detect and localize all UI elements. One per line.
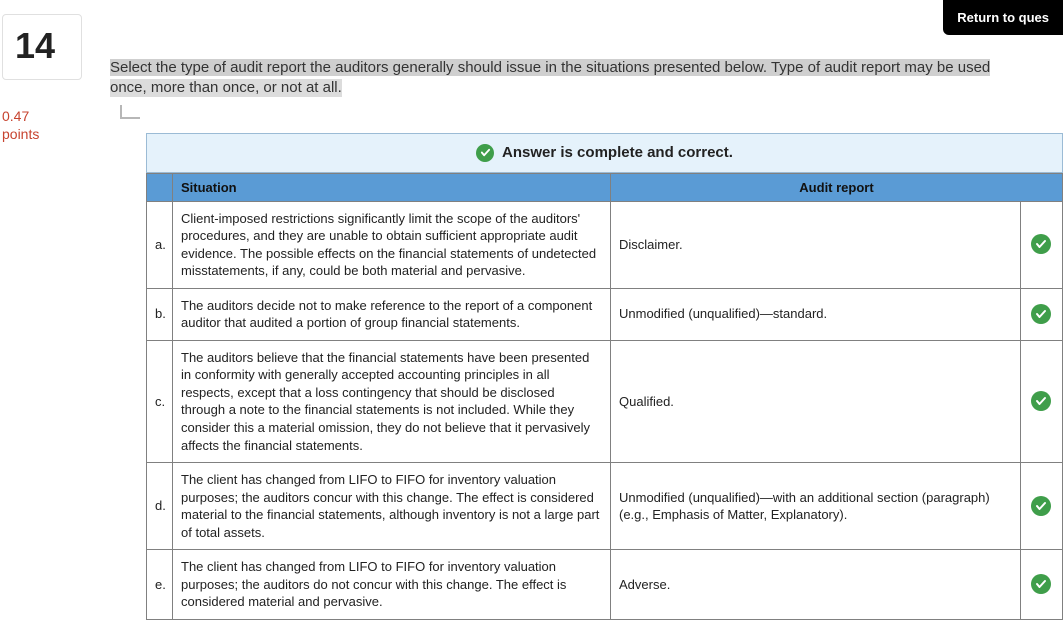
row-key: a. — [147, 201, 173, 288]
row-key: b. — [147, 288, 173, 340]
table-header-report: Audit report — [611, 173, 1063, 201]
answer-status-banner: Answer is complete and correct. — [146, 133, 1063, 173]
return-to-question-button[interactable]: Return to ques — [943, 0, 1063, 35]
check-circle-icon — [476, 144, 494, 162]
table-row: e.The client has changed from LIFO to FI… — [147, 550, 1063, 620]
row-key: e. — [147, 550, 173, 620]
row-key: c. — [147, 340, 173, 462]
table-row: b.The auditors decide not to make refere… — [147, 288, 1063, 340]
prompt-caret-decoration — [120, 105, 140, 119]
row-report: Unmodified (unqualified)—with an additio… — [611, 463, 1021, 550]
row-correct-indicator — [1020, 463, 1062, 550]
check-circle-icon — [1031, 496, 1051, 516]
question-prompt: Select the type of audit report the audi… — [110, 14, 1063, 103]
row-situation: Client-imposed restrictions significantl… — [173, 201, 611, 288]
check-circle-icon — [1031, 304, 1051, 324]
table-row: c.The auditors believe that the financia… — [147, 340, 1063, 462]
table-header-situation: Situation — [173, 173, 611, 201]
check-circle-icon — [1031, 234, 1051, 254]
row-correct-indicator — [1020, 340, 1062, 462]
row-situation: The client has changed from LIFO to FIFO… — [173, 463, 611, 550]
row-correct-indicator — [1020, 201, 1062, 288]
check-circle-icon — [1031, 574, 1051, 594]
row-key: d. — [147, 463, 173, 550]
table-row: d.The client has changed from LIFO to FI… — [147, 463, 1063, 550]
points-value: 0.47 — [2, 108, 29, 124]
row-situation: The auditors decide not to make referenc… — [173, 288, 611, 340]
row-situation: The auditors believe that the financial … — [173, 340, 611, 462]
points-label: points — [2, 126, 39, 142]
prompt-line-1: Select the type of audit report the audi… — [110, 59, 990, 76]
check-circle-icon — [1031, 391, 1051, 411]
prompt-line-2: once, more than once, or not at all. — [110, 79, 342, 97]
situations-table: Situation Audit report a.Client-imposed … — [146, 173, 1063, 620]
question-points: 0.47 points — [2, 108, 100, 143]
row-situation: The client has changed from LIFO to FIFO… — [173, 550, 611, 620]
row-report: Adverse. — [611, 550, 1021, 620]
row-report: Disclaimer. — [611, 201, 1021, 288]
question-number: 14 — [2, 14, 82, 80]
row-report: Qualified. — [611, 340, 1021, 462]
banner-text: Answer is complete and correct. — [502, 144, 733, 161]
row-correct-indicator — [1020, 288, 1062, 340]
table-row: a.Client-imposed restrictions significan… — [147, 201, 1063, 288]
table-header-blank — [147, 173, 173, 201]
row-report: Unmodified (unqualified)—standard. — [611, 288, 1021, 340]
row-correct-indicator — [1020, 550, 1062, 620]
